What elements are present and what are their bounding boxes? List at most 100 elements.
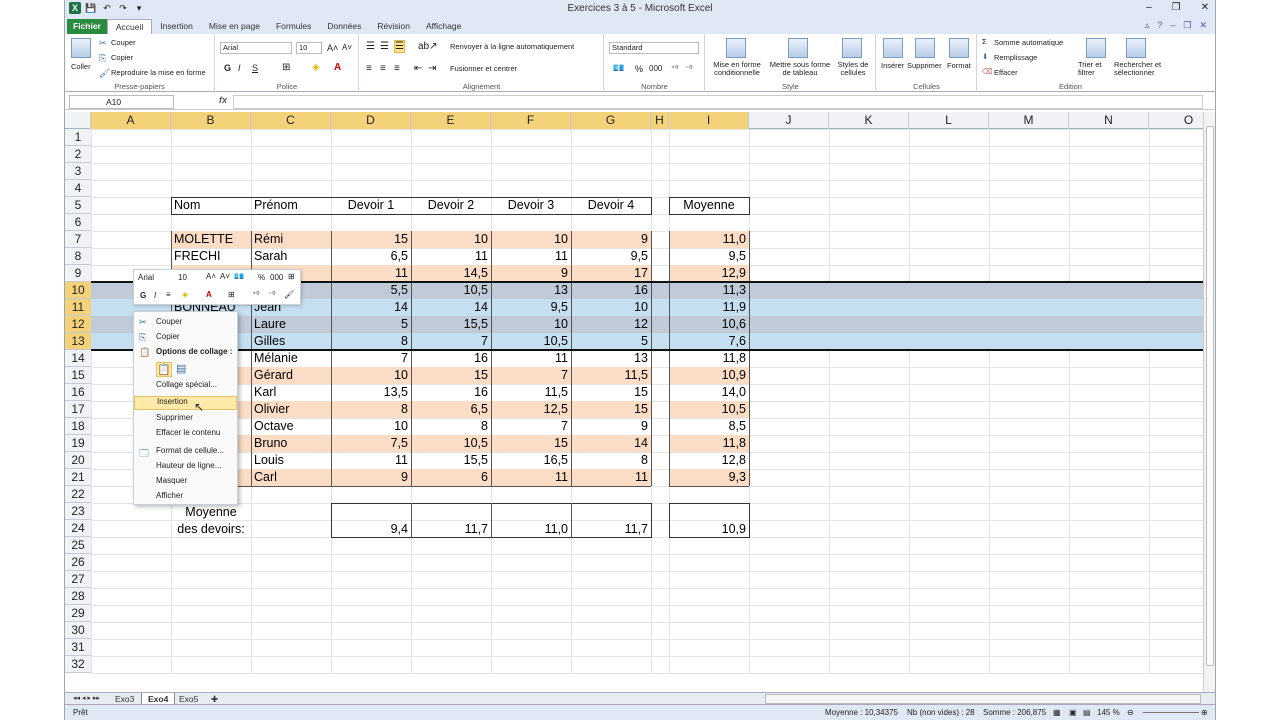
column-header-b[interactable]: B [171,112,251,129]
column-header-e[interactable]: E [411,112,491,129]
menu-item-delete[interactable]: Supprimer [156,413,193,422]
mini-increase-decimal-icon[interactable]: ⁺⁰ [252,290,259,299]
cell-d3[interactable]: 7 [491,367,571,384]
row-header-7[interactable]: 7 [65,231,91,248]
row-header-20[interactable]: 20 [65,452,91,469]
align-middle-icon[interactable]: ☰ [380,41,389,52]
tab-page-layout[interactable]: Mise en page [201,19,268,34]
tab-formulas[interactable]: Formules [268,19,319,34]
percent-button[interactable]: % [635,64,643,74]
cell-moyenne[interactable]: 11,9 [669,299,749,316]
column-header-c[interactable]: C [251,112,331,129]
row-header-30[interactable]: 30 [65,622,91,639]
mini-grow-font-icon[interactable]: A˄ [206,272,216,281]
mini-thousands-button[interactable]: 000 [270,273,283,282]
borders-icon[interactable]: ⊞ [282,62,290,73]
mini-currency-icon[interactable]: 💶 [234,272,244,281]
cell-prenom[interactable]: Mélanie [251,350,331,367]
row-header-15[interactable]: 15 [65,367,91,384]
cell-d3[interactable]: 10,5 [491,333,571,350]
column-header-k[interactable]: K [829,112,909,129]
row-header-12[interactable]: 12 [65,316,91,333]
vertical-scroll-thumb[interactable] [1206,126,1214,666]
row-header-31[interactable]: 31 [65,639,91,656]
cell-moyenne[interactable]: 9,5 [669,248,749,265]
cell-d4[interactable]: 8 [571,452,651,469]
tab-home[interactable]: Accueil [106,19,153,34]
cell-d3[interactable]: 11,5 [491,384,571,401]
insert-function-button[interactable]: fx [219,95,227,105]
font-color-icon[interactable]: A [334,62,341,73]
column-header-g[interactable]: G [571,112,651,129]
underline-button[interactable]: S [252,63,258,73]
align-top-icon[interactable]: ☰ [366,41,375,52]
align-left-icon[interactable]: ≡ [366,63,372,74]
cell-d3[interactable]: 11 [491,469,571,486]
cell-d1[interactable]: 5,5 [331,282,411,299]
cell-d4[interactable]: 10 [571,299,651,316]
row-header-19[interactable]: 19 [65,435,91,452]
increase-decimal-icon[interactable]: ⁺⁰ [671,64,678,73]
cell-d3[interactable]: 12,5 [491,401,571,418]
format-as-table-button[interactable]: Mettre sous forme de tableau [768,61,832,77]
format-cells-button[interactable]: Format [947,61,971,70]
column-header-f[interactable]: F [491,112,571,129]
clear-button[interactable]: Effacer [994,68,1018,77]
cell-moyenne[interactable]: 12,9 [669,265,749,282]
wrap-text-button[interactable]: Renvoyer à la ligne automatiquement [450,42,574,51]
column-header-o[interactable]: O [1149,112,1203,129]
menu-item-cut[interactable]: Couper [156,317,182,326]
zoom-in-icon[interactable]: ⊕ [1201,708,1208,717]
cell-d1[interactable]: 7 [331,350,411,367]
cell-d3[interactable]: 16,5 [491,452,571,469]
row-header-28[interactable]: 28 [65,588,91,605]
cell-prenom[interactable]: Olivier [251,401,331,418]
paste-icon[interactable] [71,38,91,58]
cell-d3[interactable]: 13 [491,282,571,299]
row-header-10[interactable]: 10 [65,282,91,299]
row-header-14[interactable]: 14 [65,350,91,367]
cell-d3[interactable]: 11 [491,248,571,265]
cell-moyenne[interactable]: 12,8 [669,452,749,469]
paste-icon[interactable]: 📋 [156,362,172,377]
cell-d4[interactable]: 14 [571,435,651,452]
menu-item-format-cells[interactable]: Format de cellule... [156,446,224,455]
find-select-button[interactable]: Rechercher et sélectionner [1114,61,1162,77]
cell-d1[interactable]: 8 [331,401,411,418]
cell-d2[interactable]: 11 [411,248,491,265]
align-bottom-icon[interactable]: ☰ [394,40,405,53]
align-right-icon[interactable]: ≡ [394,63,400,74]
cell-prenom[interactable]: Laure [251,316,331,333]
cell-d1[interactable]: 10 [331,418,411,435]
increase-indent-icon[interactable]: ⇥ [428,63,436,74]
formula-input[interactable] [233,95,1203,109]
cell-d3[interactable]: 9 [491,265,571,282]
decrease-decimal-icon[interactable]: ⁻⁰ [685,64,692,73]
cell-moyenne[interactable]: 9,3 [669,469,749,486]
column-header-m[interactable]: M [989,112,1069,129]
mini-shrink-font-icon[interactable]: A˅ [220,272,230,281]
zoom-level[interactable]: 145 % [1097,708,1120,717]
row-header-32[interactable]: 32 [65,656,91,673]
name-box[interactable]: A10 [69,95,174,109]
copy-button[interactable]: Copier [111,53,133,62]
cell-d2[interactable]: 8 [411,418,491,435]
vertical-scrollbar[interactable] [1203,112,1215,692]
menu-item-insert[interactable]: Insertion [134,396,237,410]
cell-d1[interactable]: 15 [331,231,411,248]
mini-borders-icon[interactable]: ⊞ [228,290,235,299]
zoom-slider[interactable] [1143,712,1199,713]
cell-d2[interactable]: 16 [411,350,491,367]
cell-d2[interactable]: 15 [411,367,491,384]
row-header-18[interactable]: 18 [65,418,91,435]
sort-filter-button[interactable]: Trier et filtrer [1078,61,1112,77]
cell-d4[interactable]: 17 [571,265,651,282]
row-header-29[interactable]: 29 [65,605,91,622]
row-header-16[interactable]: 16 [65,384,91,401]
row-header-17[interactable]: 17 [65,401,91,418]
workbook-minimize-icon[interactable]: – [1170,20,1175,31]
cell-d1[interactable]: 14 [331,299,411,316]
mini-align-icon[interactable]: ≡ [166,290,171,299]
row-header-25[interactable]: 25 [65,537,91,554]
tab-insert[interactable]: Insertion [152,19,201,34]
